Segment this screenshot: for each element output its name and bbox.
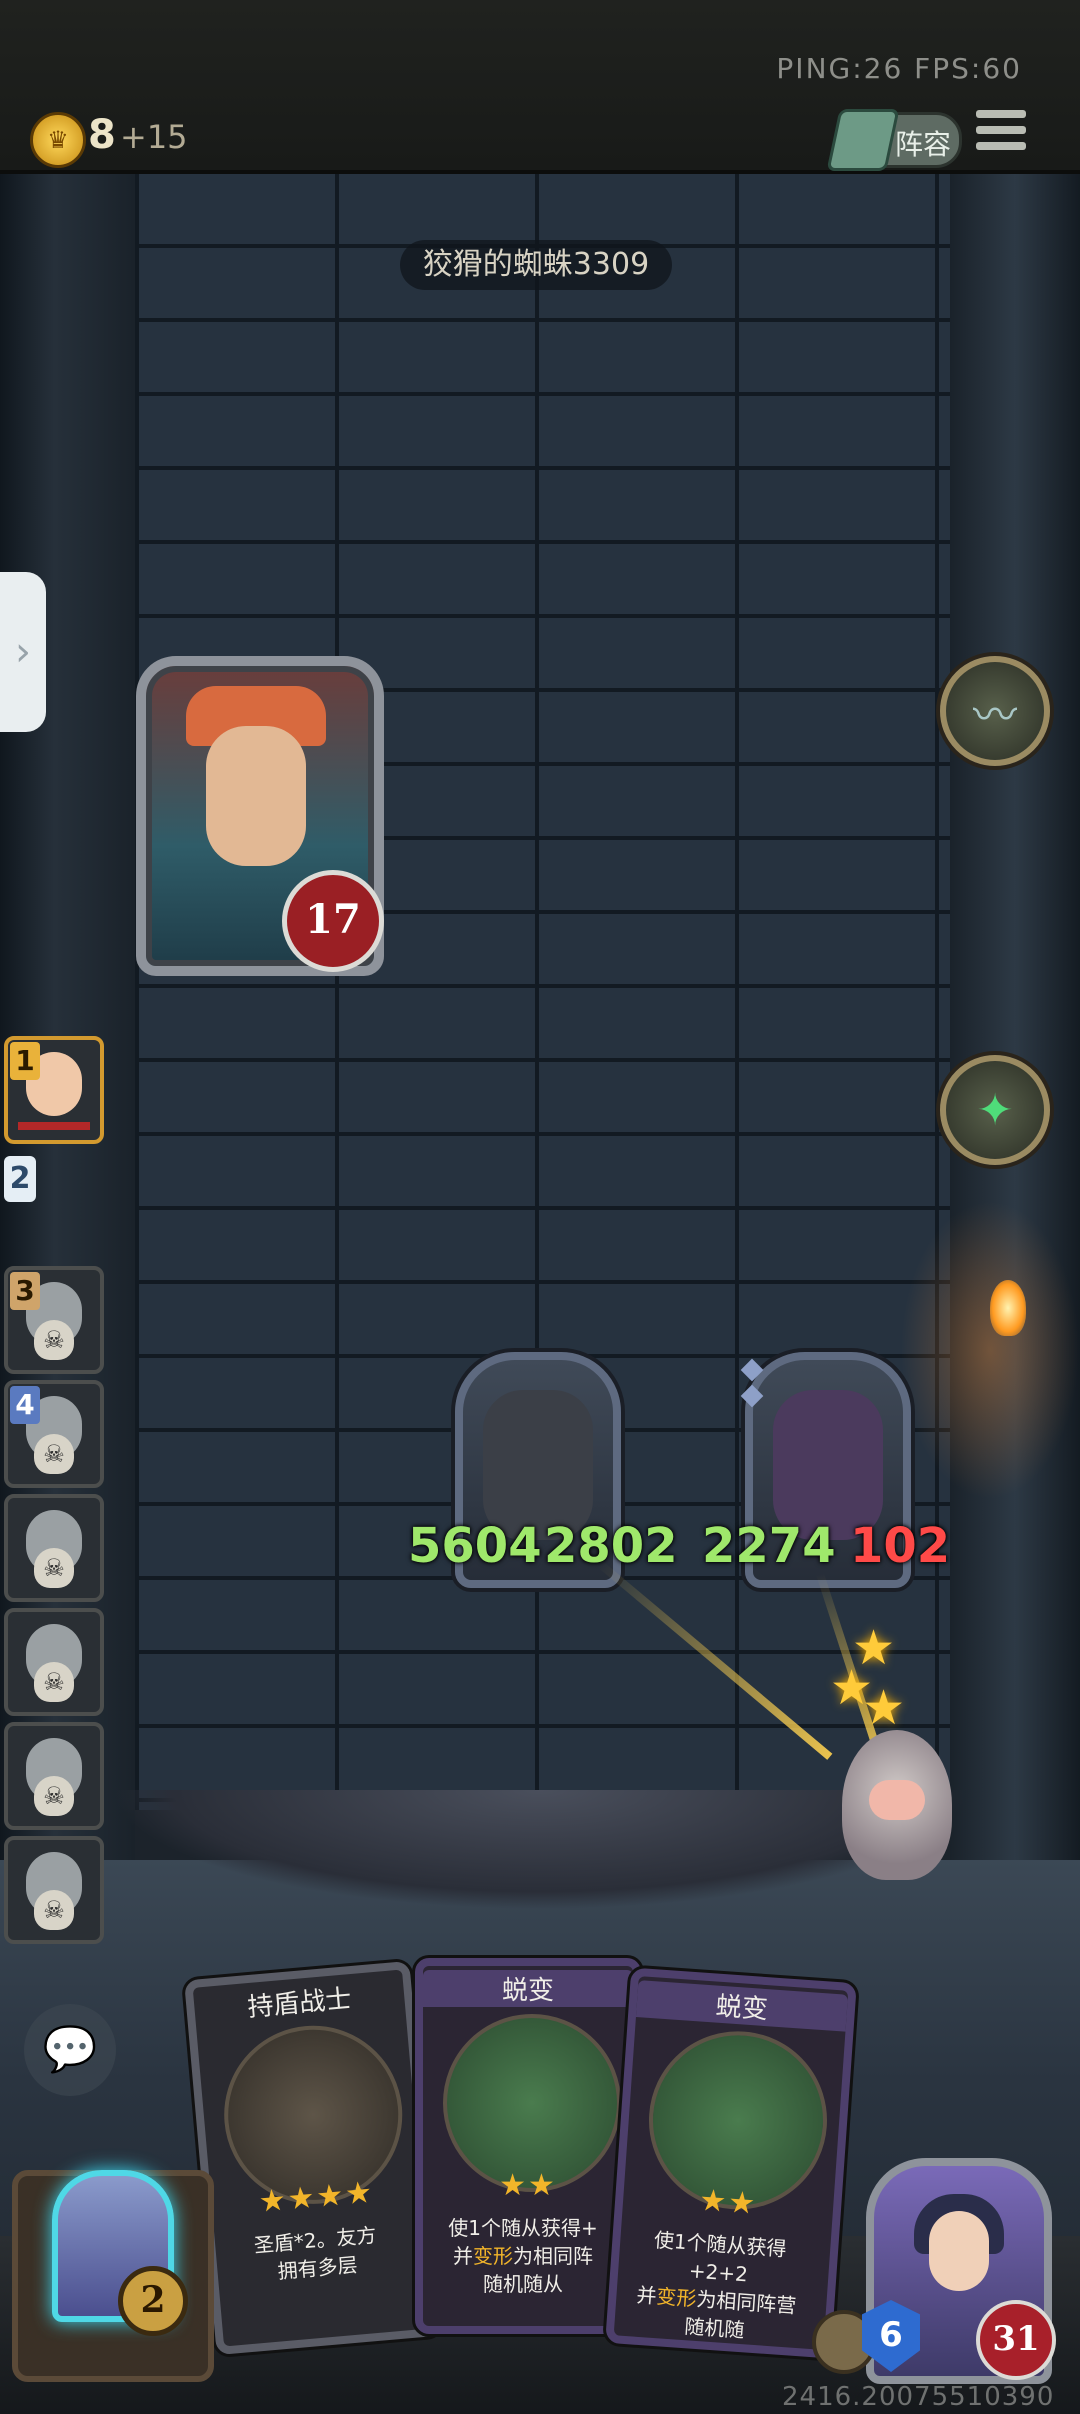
minion-attack: 2274 [702, 1518, 836, 1574]
rank-badge: 3 [10, 1272, 40, 1310]
torch-flame-icon [990, 1280, 1026, 1336]
card-description: 使1个随从获得+2+2 并变形为相同阵营 随机随 [624, 2224, 811, 2348]
card-art [443, 2014, 621, 2192]
bat-wing-decoration [110, 1790, 970, 1910]
hero-face [206, 726, 306, 866]
horn-icon[interactable]: 〰 [940, 656, 1050, 766]
hero-face [929, 2211, 989, 2291]
card-desc-line: 并变形为相同阵 [433, 2242, 613, 2270]
card-desc-line: 随机随从 [483, 2272, 563, 2296]
opponent-name: 狡猾的蜘蛛3309 [400, 240, 672, 290]
torch-glow [900, 1200, 1080, 1500]
star-icon: ★ [862, 1680, 906, 1736]
chat-icon[interactable]: 💬 [24, 2004, 116, 2096]
hand-card[interactable]: 蜕变 ★★ 使1个随从获得+2+2 并变形为相同阵营 随机随 [605, 1967, 857, 2359]
roster-player-6[interactable]: ☠ [4, 1608, 104, 1716]
roster-player-3[interactable]: ☠ 3 [4, 1266, 104, 1374]
hamburger-menu-icon[interactable] [976, 110, 1026, 160]
roster-player-8[interactable]: ☠ [4, 1836, 104, 1944]
card-desc-line: 使1个随从获得+ [448, 2216, 598, 2240]
card-description: 使1个随从获得+ 并变形为相同阵 随机随从 [433, 2214, 613, 2298]
card-tier-stars: ★★ [499, 2168, 557, 2203]
skull-icon: ☠ [34, 1890, 74, 1930]
player-health: 31 [976, 2300, 1056, 2380]
desc-keyword: 变形 [473, 2244, 513, 2268]
roster-player-4[interactable]: ☠ 4 [4, 1380, 104, 1488]
roster-player-5[interactable]: ☠ [4, 1494, 104, 1602]
skull-icon: ☠ [34, 1662, 74, 1702]
desc-text: 并 [635, 2282, 658, 2309]
minion-attack: 5604 [408, 1518, 542, 1574]
health-bar [18, 1122, 90, 1130]
card-description: 圣盾*2。友方 拥有多层 [224, 2218, 408, 2289]
gold-coin-icon: ♛ [30, 112, 86, 168]
hand-card[interactable]: 持盾战士 ★★★★ 圣盾*2。友方 拥有多层 [184, 1960, 442, 2356]
bat-face [869, 1780, 925, 1820]
opponent-health: 17 [282, 870, 384, 972]
lineup-label: 阵容 [895, 128, 952, 161]
ping-fps-readout: PING:26 FPS:60 [776, 52, 1022, 85]
skull-icon: ☠ [34, 1434, 74, 1474]
card-tier-stars: ★★ [698, 2182, 759, 2222]
roster-player-1[interactable]: 1 [4, 1036, 104, 1144]
hand-card[interactable]: 蜕变 ★★ 使1个随从获得+ 并变形为相同阵 随机随从 [415, 1958, 641, 2334]
build-version: 2416.20075510390 [782, 2382, 1055, 2412]
desc-text: 为相同阵 [513, 2244, 593, 2268]
right-pillar [950, 170, 1080, 1930]
skull-icon: ☠ [34, 1776, 74, 1816]
lineup-button[interactable]: 阵容 [826, 109, 962, 171]
gold-count: 8 [88, 112, 116, 158]
skull-icon: ☠ [34, 1548, 74, 1588]
desc-keyword: 变形 [655, 2284, 698, 2311]
lineup-book-icon [826, 109, 900, 171]
minion-health: 2802 [544, 1518, 678, 1574]
tavern-tier-badge: 2 [118, 2266, 188, 2336]
desc-text: 并 [453, 2244, 473, 2268]
frog-icon[interactable]: ✦ [940, 1055, 1050, 1165]
rank-badge: 1 [10, 1042, 40, 1080]
gold-income: +15 [120, 118, 188, 156]
skull-icon: ☠ [34, 1320, 74, 1360]
rank-badge-2: 2 [4, 1156, 36, 1202]
card-title: 蜕变 [635, 1980, 849, 2032]
rank-badge: 4 [10, 1386, 40, 1424]
card-tier-stars: ★★★★ [257, 2174, 376, 2220]
bat-pet [842, 1730, 952, 1880]
card-title: 蜕变 [423, 1970, 633, 2007]
card-title: 持盾战士 [246, 1984, 353, 2024]
side-panel-toggle[interactable]: › [0, 572, 46, 732]
minion-health-damaged: 102 [850, 1518, 951, 1574]
roster-player-7[interactable]: ☠ [4, 1722, 104, 1830]
